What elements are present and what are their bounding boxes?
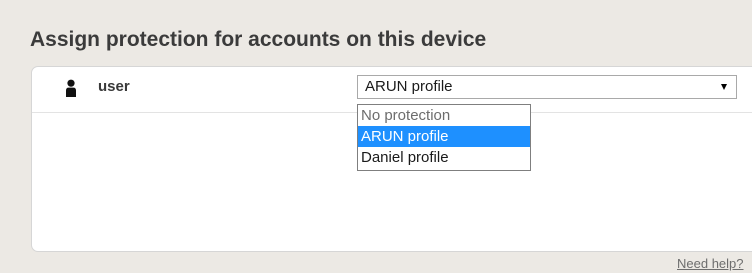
account-name: user — [98, 78, 130, 95]
need-help-link[interactable]: Need help? — [677, 256, 744, 271]
accounts-panel: user ARUN profile No protection ARUN pro… — [31, 66, 752, 252]
protection-select-value: ARUN profile — [365, 78, 453, 95]
protection-page: Assign protection for accounts on this d… — [0, 0, 752, 273]
protection-dropdown-list: No protection ARUN profile Daniel profil… — [357, 104, 531, 171]
option-arun-profile[interactable]: ARUN profile — [358, 126, 530, 147]
option-no-protection[interactable]: No protection — [358, 105, 530, 126]
page-title: Assign protection for accounts on this d… — [30, 28, 487, 51]
user-icon — [66, 79, 76, 97]
dropdown-arrow-icon[interactable] — [721, 84, 727, 90]
protection-select[interactable]: ARUN profile — [357, 75, 737, 99]
option-daniel-profile[interactable]: Daniel profile — [358, 147, 530, 168]
